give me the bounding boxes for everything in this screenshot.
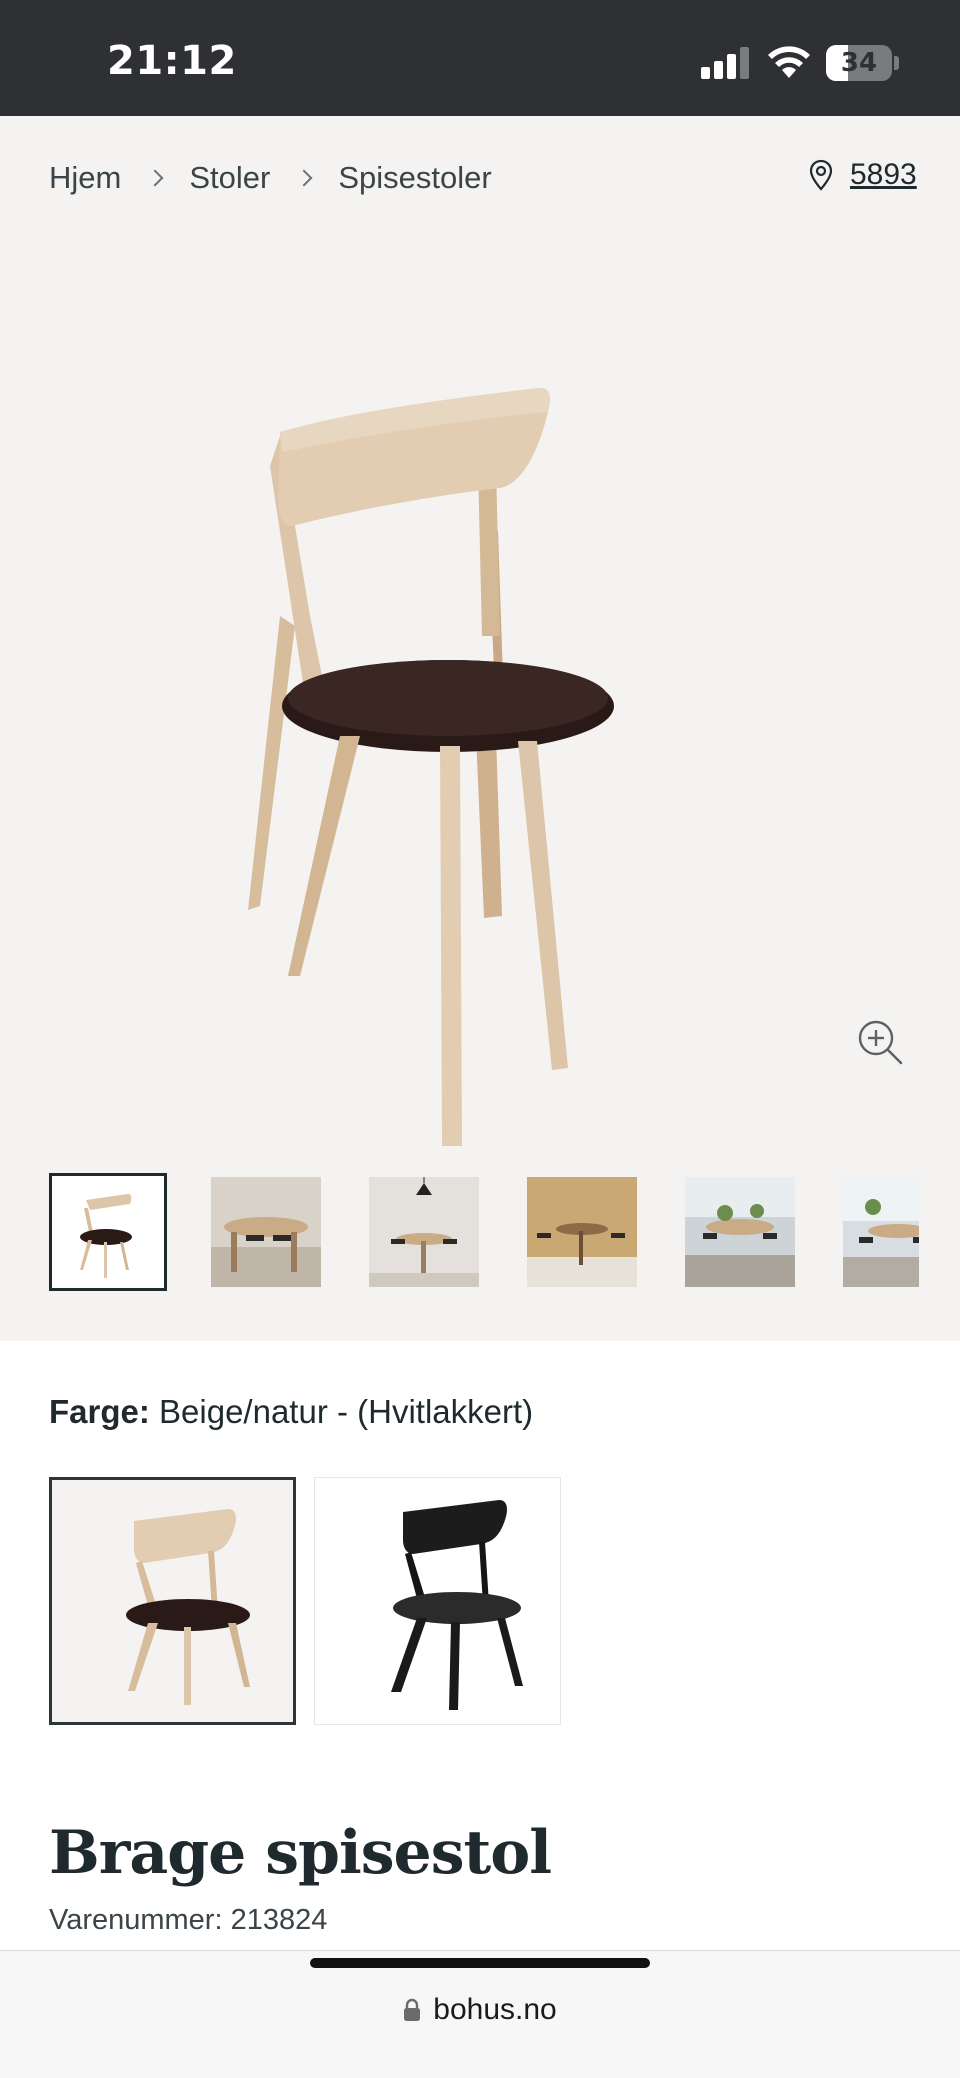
thumbnail-2[interactable] <box>207 1173 325 1291</box>
thumbnail-4[interactable] <box>523 1173 641 1291</box>
color-selection-label: Farge: Beige/natur - (Hvitlakkert) <box>49 1393 533 1431</box>
zoom-in-icon[interactable] <box>856 1018 904 1066</box>
chevron-right-icon <box>295 169 313 187</box>
url-text: bohus.no <box>433 1993 557 2026</box>
chevron-right-icon <box>146 169 164 187</box>
store-selector[interactable]: 5893 <box>808 158 917 192</box>
color-swatch-beige-natur[interactable] <box>49 1477 296 1725</box>
thumbnail-6[interactable] <box>839 1173 919 1291</box>
status-time: 21:12 <box>107 38 237 84</box>
thumbnail-3[interactable] <box>365 1173 483 1291</box>
status-bar: 21:12 34 <box>0 0 960 116</box>
thumbnail-1[interactable] <box>49 1173 167 1291</box>
battery-level: 34 <box>840 48 878 78</box>
breadcrumb-item-spisestoler[interactable]: Spisestoler <box>338 160 491 196</box>
battery-icon: 34 <box>826 45 892 81</box>
breadcrumb-item-stoler[interactable]: Stoler <box>189 160 270 196</box>
home-indicator[interactable] <box>310 1958 650 1968</box>
chair-beige-image <box>125 1509 250 1705</box>
product-main-image[interactable] <box>200 316 760 1176</box>
store-number-link[interactable]: 5893 <box>850 158 917 192</box>
lock-icon <box>404 1998 421 2021</box>
url-display[interactable]: bohus.no <box>0 1993 960 2027</box>
thumbnail-strip <box>49 1173 919 1291</box>
chair-black-image <box>390 1500 523 1710</box>
signal-icon <box>701 47 749 79</box>
color-label: Farge: <box>49 1393 150 1430</box>
thumbnail-5[interactable] <box>681 1173 799 1291</box>
color-value: Beige/natur - (Hvitlakkert) <box>159 1393 534 1430</box>
breadcrumb-item-home[interactable]: Hjem <box>49 160 121 196</box>
color-swatch-black[interactable] <box>314 1477 561 1725</box>
wifi-icon <box>768 46 810 78</box>
breadcrumb: Hjem Stoler Spisestoler <box>49 160 492 196</box>
product-gallery: Hjem Stoler Spisestoler 5893 <box>0 116 960 1341</box>
browser-address-bar[interactable]: bohus.no <box>0 1950 960 2078</box>
product-title: Brage spisestol <box>49 1818 552 1888</box>
product-sku: Varenummer: 213824 <box>49 1904 328 1936</box>
location-pin-icon <box>809 159 833 191</box>
